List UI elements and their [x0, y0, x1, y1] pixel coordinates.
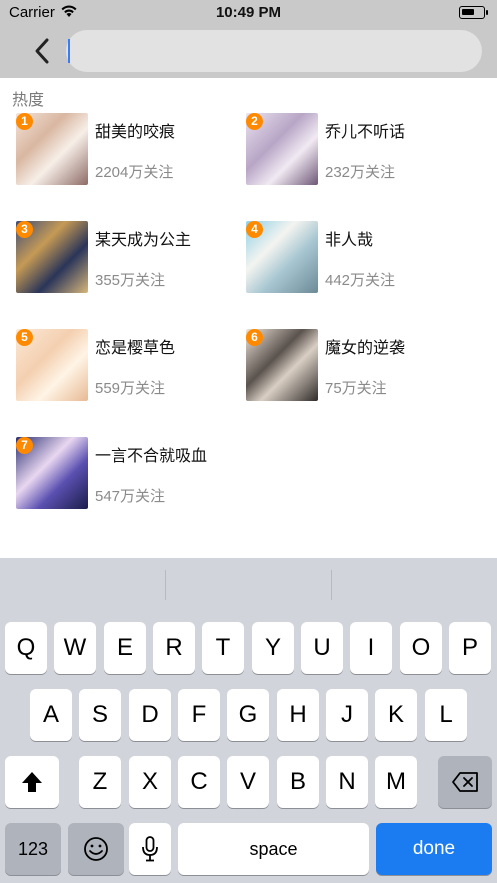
section-title: 热度 [12, 92, 45, 109]
comic-title: 魔女的逆袭 [325, 340, 406, 357]
shift-arrow-icon [22, 772, 42, 792]
key-j[interactable]: J [326, 689, 368, 741]
status-bar: Carrier 10:49 PM [0, 0, 497, 26]
rank-badge: 3 [16, 221, 33, 238]
key-i[interactable]: I [350, 622, 392, 674]
backspace-icon [452, 772, 478, 792]
back-chevron-icon[interactable] [30, 36, 56, 66]
suggestion-divider [165, 570, 166, 600]
comic-title: 甜美的咬痕 [95, 124, 176, 141]
key-z[interactable]: Z [79, 756, 121, 808]
microphone-icon [142, 836, 158, 862]
comic-item[interactable]: 6 魔女的逆袭 75万关注 [246, 329, 476, 403]
space-key[interactable]: space [178, 823, 369, 875]
clock: 10:49 PM [215, 4, 282, 21]
rank-badge: 4 [246, 221, 263, 238]
key-f[interactable]: F [178, 689, 220, 741]
key-m[interactable]: M [375, 756, 417, 808]
rank-badge: 6 [246, 329, 263, 346]
follow-count: 75万关注 [325, 380, 387, 397]
comic-title: 某天成为公主 [95, 232, 192, 249]
follow-count: 355万关注 [95, 272, 166, 289]
key-k[interactable]: K [375, 689, 417, 741]
text-cursor [68, 39, 70, 63]
comic-item[interactable]: 1 甜美的咬痕 2204万关注 [16, 113, 246, 187]
done-key[interactable]: done [376, 823, 492, 875]
key-c[interactable]: C [178, 756, 220, 808]
key-o[interactable]: O [400, 622, 442, 674]
suggestion-bar [0, 558, 497, 604]
key-t[interactable]: T [202, 622, 244, 674]
comic-item[interactable]: 4 非人哉 442万关注 [246, 221, 476, 295]
key-g[interactable]: G [227, 689, 269, 741]
follow-count: 2204万关注 [95, 164, 174, 181]
comic-title: 乔儿不听话 [325, 124, 406, 141]
comic-title: 非人哉 [325, 232, 374, 249]
rank-badge: 1 [16, 113, 33, 130]
key-q[interactable]: Q [5, 622, 47, 674]
emoji-key[interactable] [68, 823, 124, 875]
rank-badge: 7 [16, 437, 33, 454]
key-h[interactable]: H [277, 689, 319, 741]
rank-badge: 5 [16, 329, 33, 346]
follow-count: 559万关注 [95, 380, 166, 397]
key-x[interactable]: X [129, 756, 171, 808]
comic-item[interactable]: 7 一言不合就吸血 547万关注 [16, 437, 246, 511]
key-a[interactable]: A [30, 689, 72, 741]
delete-key[interactable] [438, 756, 492, 808]
rank-badge: 2 [246, 113, 263, 130]
follow-count: 547万关注 [95, 488, 166, 505]
key-p[interactable]: P [449, 622, 491, 674]
key-v[interactable]: V [227, 756, 269, 808]
search-input[interactable] [66, 30, 482, 72]
key-d[interactable]: D [129, 689, 171, 741]
shift-key[interactable] [5, 756, 59, 808]
key-l[interactable]: L [425, 689, 467, 741]
follow-count: 232万关注 [325, 164, 396, 181]
keyboard: Q W E R T Y U I O P A S D F G H J K L Z … [0, 558, 497, 883]
comic-title: 一言不合就吸血 [95, 448, 208, 465]
key-n[interactable]: N [326, 756, 368, 808]
key-b[interactable]: B [277, 756, 319, 808]
comic-item[interactable]: 3 某天成为公主 355万关注 [16, 221, 246, 295]
comic-title: 恋是樱草色 [95, 340, 176, 357]
follow-count: 442万关注 [325, 272, 396, 289]
key-r[interactable]: R [153, 622, 195, 674]
battery-icon [459, 6, 488, 19]
navigation-bar: Carrier 10:49 PM [0, 0, 497, 78]
key-s[interactable]: S [79, 689, 121, 741]
comic-item[interactable]: 2 乔儿不听话 232万关注 [246, 113, 476, 187]
comic-item[interactable]: 5 恋是樱草色 559万关注 [16, 329, 246, 403]
numbers-key[interactable]: 123 [5, 823, 61, 875]
emoji-icon [84, 837, 108, 861]
microphone-key[interactable] [129, 823, 171, 875]
suggestion-divider [331, 570, 332, 600]
key-u[interactable]: U [301, 622, 343, 674]
key-e[interactable]: E [104, 622, 146, 674]
key-w[interactable]: W [54, 622, 96, 674]
key-y[interactable]: Y [252, 622, 294, 674]
